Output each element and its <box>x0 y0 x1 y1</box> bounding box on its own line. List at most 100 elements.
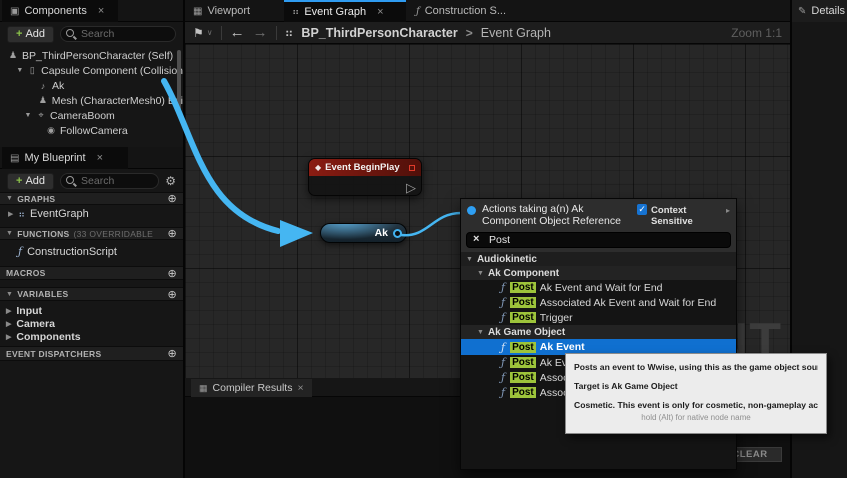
category-label: Audiokinetic <box>477 254 537 265</box>
tab-my-blueprint-label: My Blueprint <box>24 152 85 164</box>
menu-item-post-ak-event-wait[interactable]: ƒ Post Ak Event and Wait for End <box>461 280 736 295</box>
close-icon[interactable]: × <box>377 6 383 18</box>
tab-details[interactable]: ✎ Details <box>792 0 847 22</box>
category-components[interactable]: ▶ Components <box>0 330 183 343</box>
chevron-down-icon[interactable]: ▼ <box>477 329 484 336</box>
category-input[interactable]: ▶ Input <box>0 304 183 317</box>
chevron-right-icon[interactable]: ▶ <box>6 320 11 328</box>
menu-title: Actions taking a(n) Ak Component Object … <box>482 203 637 227</box>
tree-item-ak[interactable]: ♪ Ak <box>0 78 183 93</box>
forward-arrow-icon[interactable]: → <box>253 24 268 41</box>
category-camera[interactable]: ▶ Camera <box>0 317 183 330</box>
menu-category-ak-component[interactable]: ▼ Ak Component <box>461 266 736 280</box>
person-icon: ♟ <box>8 50 18 61</box>
tree-item-self[interactable]: ♟ BP_ThirdPersonCharacter (Self) <box>0 48 183 63</box>
add-macro-icon[interactable]: ⊕ <box>167 267 177 280</box>
node-label: Ak <box>375 227 388 239</box>
tab-event-graph[interactable]: ⠶ Event Graph × <box>284 0 406 22</box>
bookmark-icon[interactable]: ⚑ <box>193 26 204 40</box>
search-match-chip: Post <box>510 312 536 323</box>
add-component-button[interactable]: + Add <box>7 26 54 43</box>
item-label: ConstructionScript <box>27 246 117 258</box>
function-icon: ƒ <box>501 341 505 354</box>
context-sensitive-checkbox[interactable]: ✓ Context Sensitive ▸ <box>637 203 730 227</box>
components-search-input[interactable] <box>60 26 176 42</box>
viewport-icon: ▦ <box>193 6 202 17</box>
menu-item-post-associated-wait[interactable]: ƒ Post Associated Ak Event and Wait for … <box>461 295 736 310</box>
add-graph-icon[interactable]: ⊕ <box>167 192 177 205</box>
close-icon[interactable]: × <box>98 5 104 17</box>
node-tooltip: Posts an event to Wwise, using this as t… <box>565 353 827 434</box>
section-graphs[interactable]: ▼ GRAPHS ⊕ <box>0 192 183 205</box>
tree-item-capsule[interactable]: ▼ ▯ Capsule Component (Collision <box>0 63 183 78</box>
section-functions[interactable]: ▼ FUNCTIONS (33 OVERRIDABLE ⊕ <box>0 227 183 240</box>
graph-icon: ⠶ <box>292 7 299 18</box>
section-label: FUNCTIONS <box>17 229 69 239</box>
chevron-down-icon[interactable]: ▼ <box>16 67 24 74</box>
tree-item-label: BP_ThirdPersonCharacter (Self) <box>22 50 173 62</box>
object-output-pin[interactable] <box>393 229 402 238</box>
function-icon: ƒ <box>501 296 505 309</box>
chevron-down-icon[interactable]: ▼ <box>477 270 484 277</box>
menu-item-post-trigger[interactable]: ƒ Post Trigger <box>461 310 736 325</box>
node-get-ak[interactable]: Ak <box>320 223 407 243</box>
tab-my-blueprint[interactable]: ▤ My Blueprint × <box>2 147 128 169</box>
tree-item-cameraboom[interactable]: ▼ ⌖ CameraBoom <box>0 108 183 123</box>
tab-label: Details <box>811 5 845 17</box>
capsule-icon: ▯ <box>28 65 38 76</box>
chevron-down-icon: ▼ <box>6 230 13 237</box>
category-label: Ak Component <box>488 268 559 279</box>
tree-item-followcamera[interactable]: ◉ FollowCamera <box>0 123 183 138</box>
gear-icon[interactable]: ⚙ <box>165 174 176 188</box>
tree-item-mesh[interactable]: ♟ Mesh (CharacterMesh0) Edi <box>0 93 183 108</box>
add-variable-icon[interactable]: ⊕ <box>167 288 177 301</box>
chevron-down-icon[interactable]: ▼ <box>24 112 32 119</box>
section-macros[interactable]: MACROS ⊕ <box>0 266 183 280</box>
tab-components[interactable]: ▣ Components × <box>2 0 118 22</box>
item-event-graph[interactable]: ▶ ⠶ EventGraph <box>0 206 183 222</box>
delegate-pin-icon[interactable] <box>409 165 415 171</box>
caret-right-icon: ▸ <box>726 206 730 215</box>
chevron-down-icon: ▼ <box>6 195 13 202</box>
menu-header: Actions taking a(n) Ak Component Object … <box>461 199 736 230</box>
overridable-badge: (33 OVERRIDABLE <box>74 229 154 239</box>
add-function-icon[interactable]: ⊕ <box>167 227 177 240</box>
tooltip-line: Cosmetic. This event is only for cosmeti… <box>574 400 818 410</box>
chevron-right-icon[interactable]: ▶ <box>6 333 11 341</box>
menu-category-audiokinetic[interactable]: ▼ Audiokinetic <box>461 252 736 266</box>
function-icon: ƒ <box>18 245 22 258</box>
clear-search-icon[interactable]: × <box>473 233 479 245</box>
menu-item-label: Ak Event <box>540 341 585 353</box>
item-construction-script[interactable]: ƒ ConstructionScript <box>0 243 183 260</box>
add-dispatcher-icon[interactable]: ⊕ <box>167 347 177 360</box>
add-blueprint-button[interactable]: + Add <box>7 173 54 190</box>
breadcrumb-current[interactable]: Event Graph <box>481 26 551 40</box>
tab-construction-script[interactable]: ƒ Construction S... <box>408 0 518 22</box>
section-event-dispatchers[interactable]: EVENT DISPATCHERS ⊕ <box>0 346 183 361</box>
checkbox-check-icon[interactable]: ✓ <box>637 204 647 215</box>
tooltip-line: Target is Ak Game Object <box>574 381 818 391</box>
graph-toolbar: ⚑ ∨ ← → ⠶ BP_ThirdPersonCharacter > Even… <box>185 22 790 44</box>
exec-output-pin[interactable]: ▷ <box>406 181 416 194</box>
chevron-right-icon[interactable]: ▶ <box>6 307 11 315</box>
node-event-beginplay[interactable]: ◆ Event BeginPlay ▷ <box>308 158 422 196</box>
tree-item-label: Mesh (CharacterMesh0) Edi <box>52 95 183 107</box>
tab-compiler-results[interactable]: ▦ Compiler Results × <box>191 379 312 397</box>
close-icon[interactable]: × <box>97 152 103 164</box>
breadcrumb-root[interactable]: BP_ThirdPersonCharacter <box>301 26 457 40</box>
chevron-down-icon[interactable]: ▼ <box>466 256 473 263</box>
tab-viewport[interactable]: ▦ Viewport <box>185 0 282 22</box>
chevron-down-icon: ▼ <box>6 291 13 298</box>
chevron-down-icon[interactable]: ∨ <box>207 28 213 37</box>
details-icon: ✎ <box>798 6 806 17</box>
section-variables[interactable]: ▼ VARIABLES ⊕ <box>0 287 183 301</box>
search-icon <box>66 176 74 184</box>
back-arrow-icon[interactable]: ← <box>230 24 245 41</box>
chevron-right-icon[interactable]: ▶ <box>8 210 13 218</box>
close-icon[interactable]: × <box>297 382 303 394</box>
menu-category-ak-game-object[interactable]: ▼ Ak Game Object <box>461 325 736 339</box>
menu-search-input[interactable] <box>466 232 731 248</box>
components-scrollbar[interactable] <box>177 50 181 112</box>
function-icon: ƒ <box>501 371 505 384</box>
divider <box>276 26 277 40</box>
